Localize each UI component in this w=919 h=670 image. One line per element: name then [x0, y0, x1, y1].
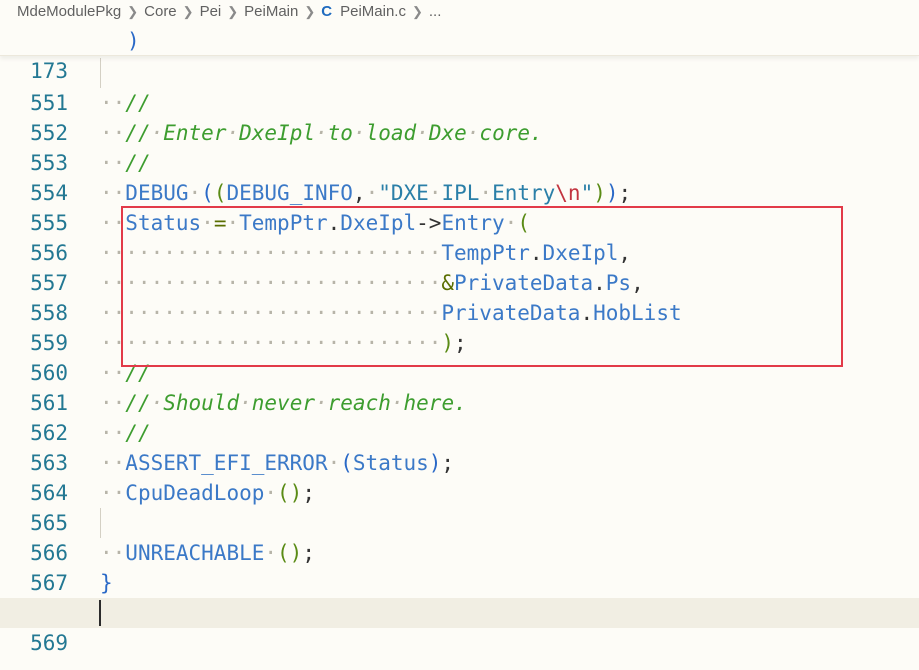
code-text: ··//	[100, 151, 151, 175]
code-text: ··//	[100, 361, 151, 385]
code-line[interactable]: 555 ··DEBUG·((DEBUG_INFO,·"DXE·IPL·Entry…	[0, 178, 919, 235]
chevron-right-icon: ❯	[127, 4, 139, 19]
code-line[interactable]: 551	[0, 58, 919, 115]
code-text: ··UNREACHABLE·();	[100, 541, 315, 565]
breadcrumb-item-pei[interactable]: Pei	[200, 0, 222, 24]
code-line[interactable]: 552 ··//	[0, 88, 919, 145]
code-text: ···························TempPtr.DxeIp…	[100, 241, 632, 265]
code-text: ··//	[100, 91, 151, 115]
code-line[interactable]: 562 ··//·Should·never·reach·here.	[0, 388, 919, 445]
indent-guide	[100, 58, 101, 88]
chevron-right-icon: ❯	[227, 4, 239, 19]
line-number: 569	[30, 631, 68, 655]
code-line[interactable]: 553 ··//·Enter·DxeIpl·to·load·Dxe·core.	[0, 118, 919, 175]
chevron-right-icon: ❯	[411, 4, 423, 19]
code-text: ··CpuDeadLoop·();	[100, 481, 315, 505]
code-text: ···························PrivateData.H…	[100, 301, 682, 325]
code-text: }	[100, 571, 113, 595]
code-line[interactable]: 567 ··UNREACHABLE·();	[0, 538, 919, 595]
code-line[interactable]: 560 ···························);	[0, 328, 919, 385]
chevron-right-icon: ❯	[304, 4, 316, 19]
code-line-current[interactable]: 569	[0, 598, 919, 655]
breadcrumb-item-file[interactable]: PeiMain.c	[340, 0, 406, 24]
code-text: ··Status·=·TempPtr.DxeIpl->Entry·(	[100, 211, 530, 235]
breadcrumb-item-symbols[interactable]: ...	[429, 0, 442, 24]
code-line[interactable]: 565 ··CpuDeadLoop·();	[0, 478, 919, 535]
text-cursor	[99, 600, 101, 626]
code-line[interactable]: 557 ···························TempPtr.D…	[0, 238, 919, 295]
code-text: ··//	[100, 421, 151, 445]
code-line[interactable]: 556 ··Status·=·TempPtr.DxeIpl->Entry·(	[0, 208, 919, 265]
code-text: ··DEBUG·((DEBUG_INFO,·"DXE·IPL·Entry\n")…	[100, 181, 632, 205]
code-text: ··//·Enter·DxeIpl·to·load·Dxe·core.	[100, 121, 543, 145]
code-line[interactable]: 558 ···························&PrivateD…	[0, 268, 919, 325]
code-text: )	[127, 29, 140, 53]
code-text: ···························);	[100, 331, 467, 355]
code-text: ··ASSERT_EFI_ERROR·(Status);	[100, 451, 455, 475]
breadcrumb-item-peimain[interactable]: PeiMain	[244, 0, 298, 24]
code-line[interactable]: 568 }	[0, 568, 919, 625]
code-line[interactable]: 564 ··ASSERT_EFI_ERROR·(Status);	[0, 448, 919, 505]
code-text: ··//·Should·never·reach·here.	[100, 391, 467, 415]
code-line[interactable]: 554 ··//	[0, 148, 919, 205]
code-line[interactable]: 561 ··//	[0, 358, 919, 415]
code-line[interactable]: 559 ···························PrivateDa…	[0, 298, 919, 355]
code-text: ···························&PrivateData.…	[100, 271, 644, 295]
chevron-right-icon: ❯	[182, 4, 194, 19]
sticky-scroll-header[interactable]: 173 )	[0, 24, 919, 83]
indent-guide	[100, 508, 101, 538]
line-number: 173	[30, 59, 68, 83]
code-line[interactable]: 566	[0, 508, 919, 565]
breadcrumb: MdeModulePkg ❯ Core ❯ Pei ❯ PeiMain ❯ C …	[0, 0, 919, 24]
breadcrumb-item-core[interactable]: Core	[144, 0, 177, 24]
c-file-icon: C	[321, 3, 333, 20]
breadcrumb-item-mdemodulepkg[interactable]: MdeModulePkg	[17, 0, 121, 24]
code-line[interactable]: 563 ··//	[0, 418, 919, 475]
